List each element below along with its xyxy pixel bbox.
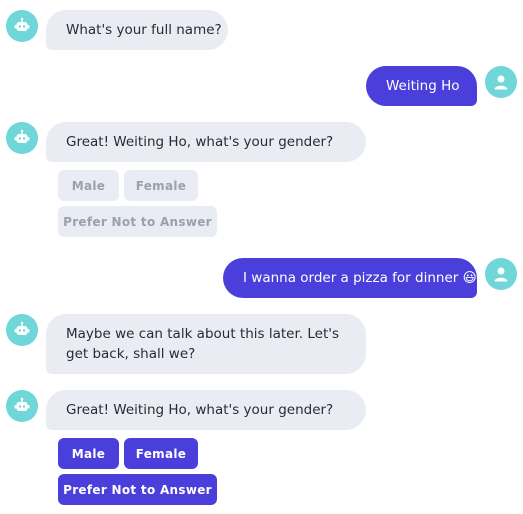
robot-icon [14, 321, 30, 335]
bot-avatar [6, 314, 38, 346]
user-avatar [485, 66, 517, 98]
robot-icon [14, 129, 30, 143]
user-avatar [485, 258, 517, 290]
option-male-button: Male [58, 170, 119, 201]
option-female-button[interactable]: Female [124, 438, 198, 469]
bot-message: Great! Weiting Ho, what's your gender? [46, 122, 366, 162]
option-prefer-not-button: Prefer Not to Answer [58, 206, 217, 237]
robot-icon [14, 17, 30, 31]
bot-message: Maybe we can talk about this later. Let'… [46, 314, 366, 374]
chat-window: What's your full name? Weiting Ho Great!… [0, 0, 523, 514]
user-message: I wanna order a pizza for dinner 😃 [223, 258, 477, 298]
bot-avatar [6, 390, 38, 422]
bot-message: Great! Weiting Ho, what's your gender? [46, 390, 366, 430]
user-icon [494, 75, 508, 90]
user-icon [494, 267, 508, 282]
bot-avatar [6, 122, 38, 154]
user-message: Weiting Ho [366, 66, 477, 106]
option-female-button: Female [124, 170, 198, 201]
robot-icon [14, 397, 30, 411]
bot-avatar [6, 10, 38, 42]
bot-message: What's your full name? [46, 10, 228, 50]
option-male-button[interactable]: Male [58, 438, 119, 469]
option-prefer-not-button[interactable]: Prefer Not to Answer [58, 474, 217, 505]
